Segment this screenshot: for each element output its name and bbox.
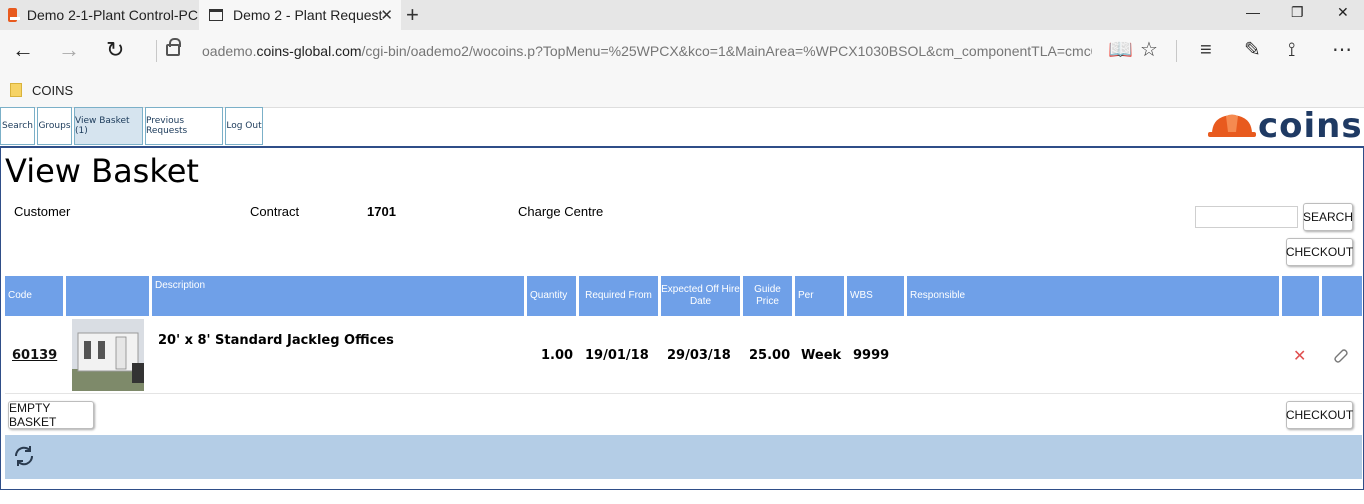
url-domain: coins-global.com	[256, 43, 362, 59]
item-required-from: 19/01/18	[585, 348, 649, 363]
item-quantity: 1.00	[541, 348, 574, 363]
table-header: Code Description Quantity Required From …	[5, 276, 1362, 316]
back-icon[interactable]: ←	[12, 38, 34, 62]
coins-favicon-icon	[8, 8, 20, 22]
web-note-icon[interactable]: ✎	[1244, 39, 1261, 61]
divider	[156, 40, 157, 62]
footer-bar	[5, 435, 1362, 479]
header-expected-off-hire: Expected Off Hire Date	[661, 276, 743, 316]
search-input[interactable]	[1195, 206, 1298, 228]
nav-view-basket-button[interactable]: View Basket (1)	[74, 107, 143, 145]
reading-view-icon[interactable]: 📖	[1108, 39, 1133, 61]
customer-label: Customer	[14, 204, 71, 219]
helmet-icon	[1208, 114, 1256, 137]
item-guide-price: 25.00	[749, 348, 791, 363]
close-window-icon[interactable]: ✕	[1337, 4, 1349, 21]
header-image	[66, 276, 152, 316]
contract-label: Contract	[250, 204, 300, 219]
app-nav: Search Groups View Basket (1) Previous R…	[0, 107, 1364, 147]
empty-basket-button[interactable]: EMPTY BASKET	[8, 401, 94, 429]
header-required-from: Required From	[579, 276, 661, 316]
browser-tab-plant-control[interactable]: Demo 2-1-Plant Control-PC	[0, 0, 198, 30]
table-row: 60139 20' x 8' Standard Jackleg Offices …	[5, 316, 1362, 394]
address-bar: ← → ↻ oademo.coins-global.com/cgi-bin/oa…	[0, 30, 1364, 72]
share-icon[interactable]: ⟟	[1288, 39, 1295, 61]
url-path: /cgi-bin/oademo2/wocoins.p?TopMenu=%25WP…	[361, 43, 1092, 59]
minimize-icon[interactable]: —	[1246, 4, 1260, 20]
close-tab-icon[interactable]: ✕	[380, 6, 393, 24]
header-guide-price: Guide Price	[743, 276, 795, 316]
page-title: View Basket	[5, 152, 199, 190]
item-image	[72, 319, 144, 391]
item-description: 20' x 8' Standard Jackleg Offices	[158, 333, 394, 348]
refresh-icon[interactable]: ↻	[106, 38, 124, 62]
header-responsible: Responsible	[907, 276, 1282, 316]
nav-groups-button[interactable]: Groups	[37, 107, 72, 145]
browser-tab-bar: Demo 2-1-Plant Control-PC Demo 2 - Plant…	[0, 0, 1364, 30]
search-button[interactable]: SEARCH	[1303, 203, 1353, 231]
delete-icon[interactable]: ✕	[1293, 346, 1306, 366]
contract-value: 1701	[367, 204, 396, 219]
new-tab-icon[interactable]: +	[406, 2, 419, 28]
favorite-coins[interactable]: COINS	[32, 83, 73, 98]
header-per: Per	[795, 276, 847, 316]
item-wbs: 9999	[853, 348, 890, 363]
header-description: Description	[152, 276, 527, 316]
header-delete	[1282, 276, 1322, 316]
url-prefix: oademo.	[202, 43, 257, 59]
item-code-link[interactable]: 60139	[12, 348, 57, 363]
header-quantity: Quantity	[527, 276, 579, 316]
checkout-button-top[interactable]: CHECKOUT	[1286, 238, 1353, 266]
tab-title: Demo 2-1-Plant Control-PC	[26, 7, 198, 23]
nav-search-button[interactable]: Search	[0, 107, 35, 145]
charge-centre-label: Charge Centre	[518, 204, 604, 219]
coins-logo: coins	[1206, 106, 1364, 146]
forward-icon[interactable]: →	[58, 38, 80, 62]
folder-icon	[10, 83, 22, 97]
item-expected-off-hire: 29/03/18	[667, 348, 731, 363]
header-attach	[1322, 276, 1362, 316]
reload-icon[interactable]	[12, 444, 36, 468]
tab-title: Demo 2 - Plant Request	[233, 7, 383, 23]
nav-logout-button[interactable]: Log Out	[225, 107, 263, 145]
header-code: Code	[5, 276, 66, 316]
browser-tab-plant-request[interactable]: Demo 2 - Plant Request ✕	[199, 0, 401, 30]
more-icon[interactable]: ⋯	[1332, 39, 1352, 61]
url-field[interactable]: oademo.coins-global.com/cgi-bin/oademo2/…	[202, 43, 1092, 59]
page-icon	[209, 9, 223, 21]
lock-icon[interactable]	[166, 38, 181, 56]
logo-text: coins	[1258, 106, 1363, 146]
divider	[1176, 40, 1177, 62]
restore-icon[interactable]: ❐	[1291, 4, 1304, 21]
nav-previous-requests-button[interactable]: Previous Requests	[145, 107, 223, 145]
attachment-icon[interactable]	[1331, 346, 1349, 364]
header-wbs: WBS	[847, 276, 907, 316]
item-per: Week	[801, 348, 842, 363]
favorites-bar: COINS	[0, 72, 1364, 108]
checkout-button-bottom[interactable]: CHECKOUT	[1286, 401, 1353, 429]
favorite-star-icon[interactable]: ☆	[1140, 39, 1158, 61]
hub-icon[interactable]: ≡	[1200, 39, 1212, 61]
